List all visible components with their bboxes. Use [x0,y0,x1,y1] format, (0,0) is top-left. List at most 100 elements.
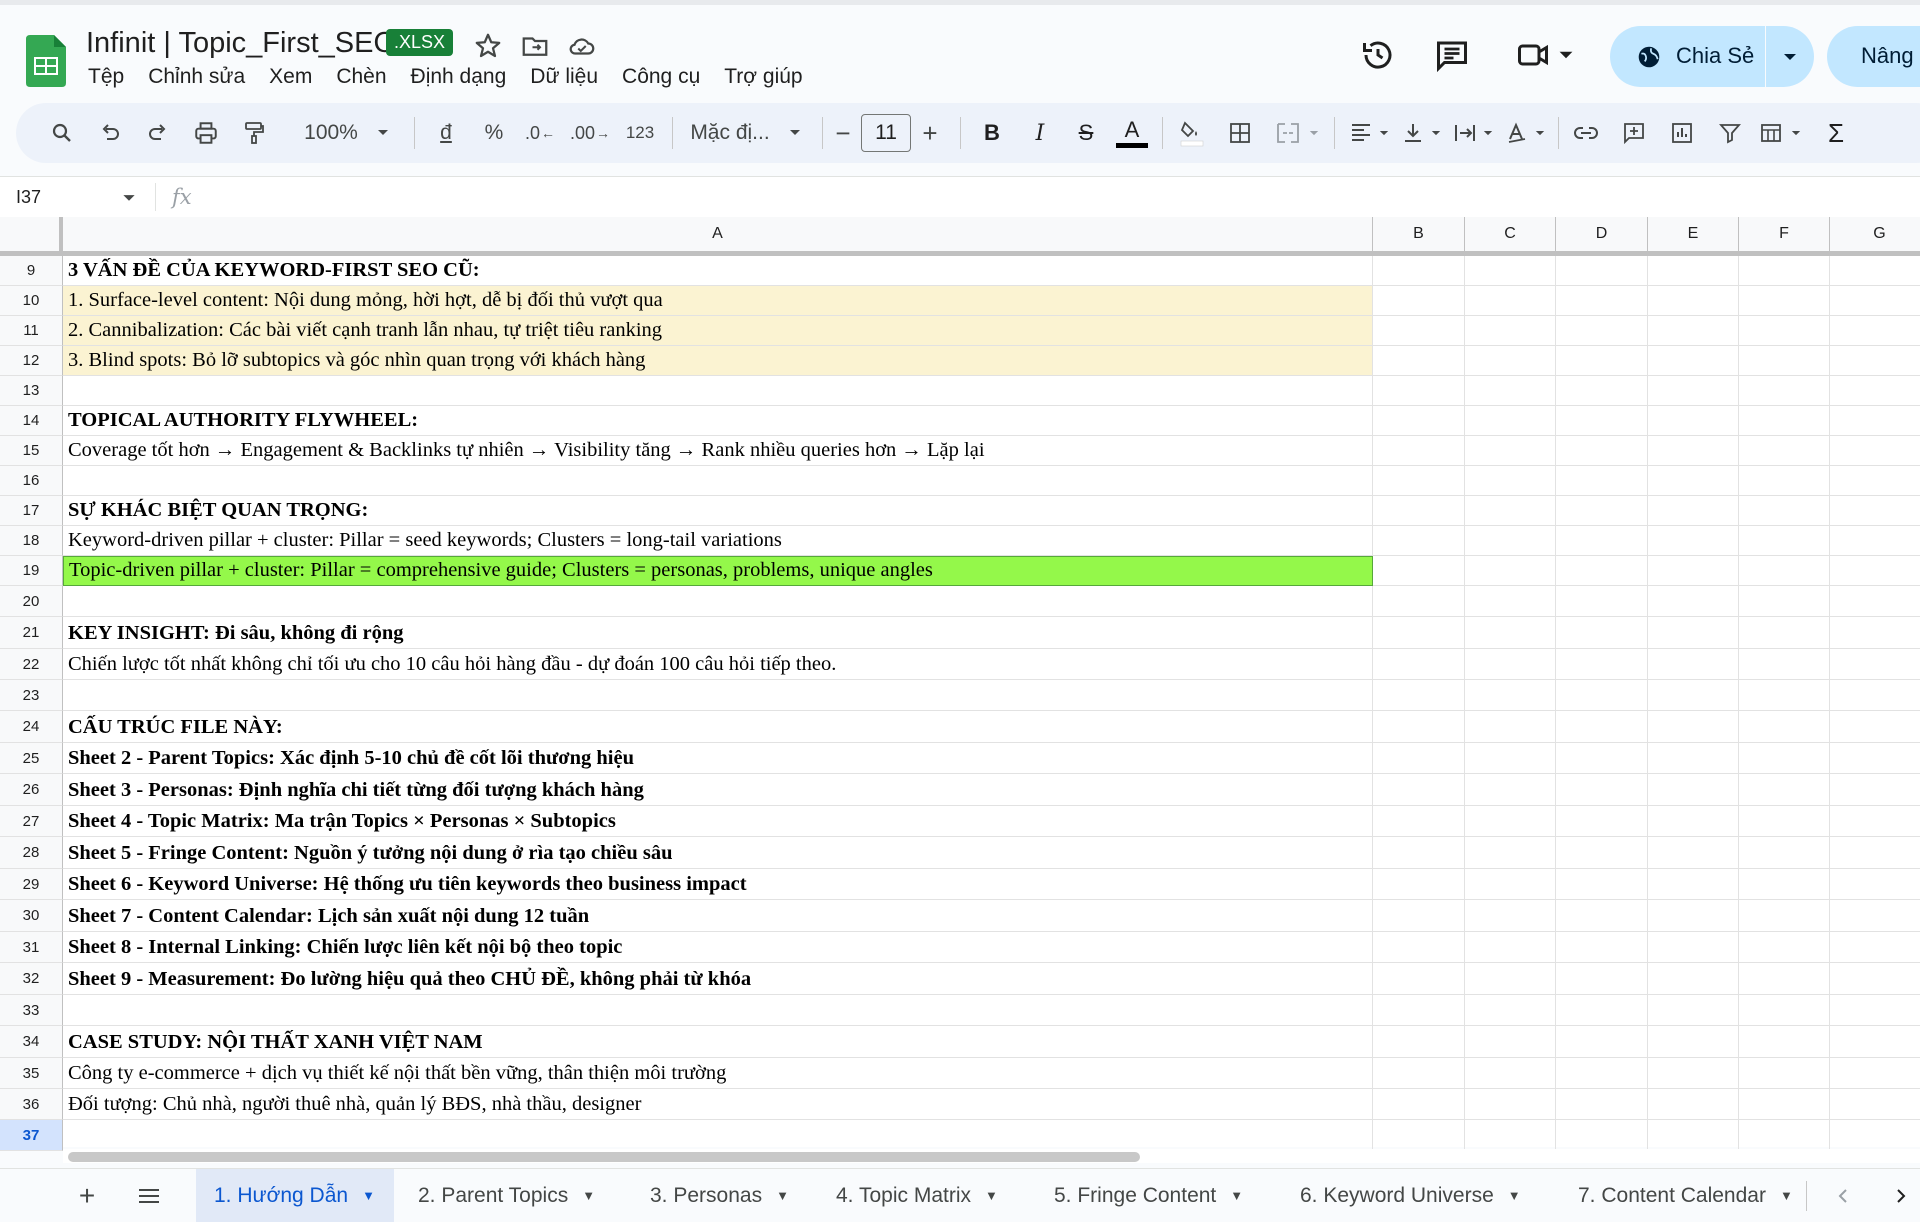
cell-empty[interactable] [1739,900,1830,932]
cell-empty[interactable] [1739,526,1830,556]
cell-empty[interactable] [1465,680,1556,711]
cell-empty[interactable] [1465,316,1556,346]
column-header-b[interactable]: B [1373,217,1465,251]
cell-empty[interactable] [1739,995,1830,1026]
menu-edit[interactable]: Chỉnh sửa [148,65,245,89]
cell-empty[interactable] [1739,617,1830,649]
cell-empty[interactable] [1465,1089,1556,1120]
horizontal-scroll-thumb[interactable] [68,1152,1140,1162]
merge-cells-icon[interactable] [1268,103,1308,163]
share-dropdown-icon[interactable] [1766,26,1814,87]
valign-dropdown-icon[interactable] [1426,103,1446,163]
cell-empty[interactable] [1830,743,1920,774]
cell-a[interactable]: 3. Blind spots: Bỏ lỡ subtopics và góc n… [63,346,1373,376]
cell-empty[interactable] [1648,774,1739,806]
cell-empty[interactable] [1373,869,1465,900]
cell-empty[interactable] [1830,806,1920,837]
sheet-tab-personas[interactable]: 3. Personas ▼ [650,1169,789,1222]
cell-empty[interactable] [1465,1026,1556,1058]
move-folder-icon[interactable] [520,31,550,61]
cell-empty[interactable] [1648,1120,1739,1151]
cell-empty[interactable] [1373,316,1465,346]
cell-empty[interactable] [1739,286,1830,316]
row-header[interactable]: 29 [0,869,63,900]
column-header-a[interactable]: A [63,217,1373,251]
cell-empty[interactable] [1830,466,1920,496]
row-header[interactable]: 36 [0,1089,63,1120]
row-header[interactable]: 17 [0,496,63,526]
row-header[interactable]: 9 [0,256,63,286]
cell-empty[interactable] [1373,1026,1465,1058]
row-header[interactable]: 22 [0,649,63,680]
cell-empty[interactable] [1373,774,1465,806]
menu-data[interactable]: Dữ liệu [530,65,598,89]
cell-empty[interactable] [1465,1058,1556,1089]
cell-empty[interactable] [1373,286,1465,316]
cell-empty[interactable] [1556,1089,1648,1120]
cell-a[interactable] [63,586,1373,617]
cell-a[interactable]: CẤU TRÚC FILE NÀY: [63,711,1373,743]
cell-empty[interactable] [1648,711,1739,743]
cell-empty[interactable] [1373,649,1465,680]
cell-empty[interactable] [1556,436,1648,466]
filter-icon[interactable] [1710,103,1750,163]
row-header[interactable]: 10 [0,286,63,316]
cell-a[interactable] [63,466,1373,496]
cell-empty[interactable] [1373,586,1465,617]
meet-dropdown-icon[interactable] [1558,47,1574,63]
cell-empty[interactable] [1648,995,1739,1026]
cell-empty[interactable] [1373,995,1465,1026]
column-header-c[interactable]: C [1465,217,1556,251]
cell-empty[interactable] [1465,556,1556,586]
column-header-d[interactable]: D [1556,217,1648,251]
cell-empty[interactable] [1465,649,1556,680]
cell-empty[interactable] [1465,376,1556,406]
cell-empty[interactable] [1373,496,1465,526]
sheet-tab-caret-icon[interactable]: ▼ [985,1188,998,1203]
paint-format-icon[interactable] [234,103,274,163]
share-button[interactable]: Chia Sẻ [1610,26,1814,87]
menu-format[interactable]: Định dạng [411,65,507,89]
cell-empty[interactable] [1556,806,1648,837]
cell-empty[interactable] [1648,963,1739,995]
cell-empty[interactable] [1465,963,1556,995]
cell-empty[interactable] [1739,316,1830,346]
cell-a[interactable] [63,995,1373,1026]
row-header[interactable]: 14 [0,406,63,436]
menu-view[interactable]: Xem [269,65,312,89]
cell-empty[interactable] [1556,346,1648,376]
add-sheet-icon[interactable]: + [72,1169,102,1222]
cell-empty[interactable] [1373,806,1465,837]
document-title[interactable]: Infinit | Topic_First_SEO [86,27,396,60]
cell-empty[interactable] [1373,526,1465,556]
italic-button[interactable]: I [1020,103,1060,163]
cell-a[interactable] [63,680,1373,711]
cell-empty[interactable] [1556,932,1648,963]
cell-empty[interactable] [1465,995,1556,1026]
cell-empty[interactable] [1830,869,1920,900]
cell-empty[interactable] [1648,286,1739,316]
row-header[interactable]: 25 [0,743,63,774]
cell-empty[interactable] [1373,1120,1465,1151]
cell-empty[interactable] [1830,900,1920,932]
cell-empty[interactable] [1465,496,1556,526]
sheet-tab-topic-matrix[interactable]: 4. Topic Matrix ▼ [836,1169,998,1222]
cell-a[interactable]: KEY INSIGHT: Đi sâu, không đi rộng [63,617,1373,649]
cell-empty[interactable] [1830,406,1920,436]
star-icon[interactable] [473,31,503,61]
cell-empty[interactable] [1739,932,1830,963]
cell-empty[interactable] [1830,1089,1920,1120]
cell-empty[interactable] [1648,1089,1739,1120]
cell-empty[interactable] [1465,837,1556,869]
cell-a[interactable] [63,1120,1373,1151]
font-family-select[interactable]: Mặc đị... [680,103,780,163]
cell-empty[interactable] [1648,526,1739,556]
cell-empty[interactable] [1648,932,1739,963]
cell-empty[interactable] [1739,346,1830,376]
cell-empty[interactable] [1465,900,1556,932]
upgrade-button[interactable]: Nâng c [1827,26,1920,87]
cell-empty[interactable] [1830,995,1920,1026]
row-header[interactable]: 32 [0,963,63,995]
increase-font-size-button[interactable]: + [912,103,948,163]
row-header[interactable]: 11 [0,316,63,346]
